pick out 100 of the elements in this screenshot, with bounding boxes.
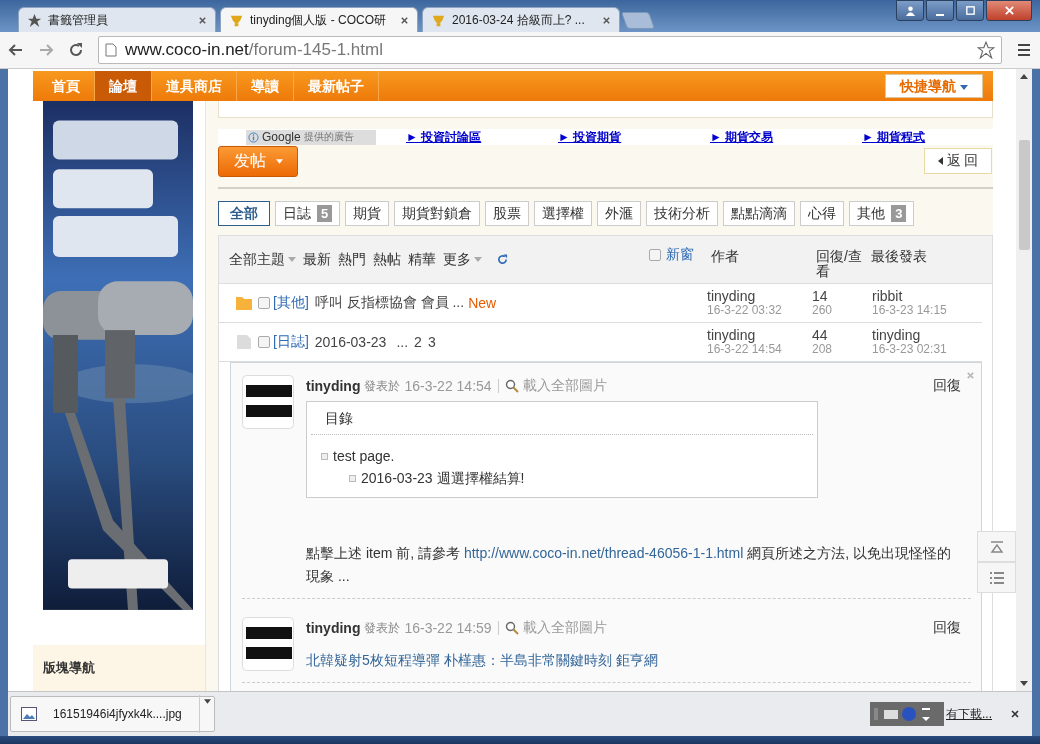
bookmark-star-icon[interactable] [977,41,995,59]
user-button[interactable] [896,0,924,21]
scrollbar-thumb[interactable] [1018,140,1030,250]
browser-tab[interactable]: tinyding個人版 - COCO研 [220,7,418,32]
ad-link[interactable]: ► 投資期貨 [558,128,680,146]
close-button[interactable] [986,0,1032,21]
reload-icon[interactable] [68,42,84,58]
column-header: 回復/查看 [816,249,863,279]
toc-link[interactable]: test page. [333,445,395,467]
view-count: 208 [812,342,834,356]
page-link[interactable]: 2 [414,334,422,350]
ad-link[interactable]: ► 期貨程式 [862,128,984,146]
checkbox[interactable] [258,336,270,348]
author-name[interactable]: tinyding [707,328,812,342]
minimize-button[interactable] [926,0,954,21]
post-date: 16-3-22 03:32 [707,303,783,317]
section-heading: 版塊導航 [43,660,95,675]
scrollbar[interactable] [1016,69,1032,691]
close-icon[interactable] [602,15,611,25]
checkbox[interactable] [258,297,270,309]
sort-link[interactable]: 更多 [443,250,482,269]
close-icon [1003,5,1015,16]
author-name[interactable]: tinyding [306,620,361,636]
arrow-up-icon [988,539,1005,554]
show-all-downloads-link[interactable]: 有下載... [946,705,992,723]
ime-toolbar[interactable] [870,702,944,726]
last-post-date: 16-3-23 02:31 [872,342,948,356]
filter-tab[interactable]: 點點滴滴 [723,201,796,226]
sort-link[interactable]: 熱帖 [373,250,401,269]
posted-label: 發表於 [364,377,401,395]
caret-icon [275,158,283,164]
toc-link[interactable]: 2016-03-23 週選擇權結算! [361,467,525,489]
browser-tab[interactable]: 書籤管理員 [18,7,216,32]
address-bar[interactable]: www.coco-in.net/forum-145-1.html [98,36,1002,64]
avatar [242,375,294,429]
back-icon[interactable] [8,42,24,58]
image-file-icon [21,707,37,721]
filter-tab[interactable]: 股票 [485,201,530,226]
post-text: 點擊上述 item 前, 請參考 http://www.coco-in.net/thread-46056-1-1.html 網頁所述之方法, 以免出現怪怪的現象 ... [306,544,952,586]
new-label: New [468,295,497,311]
post-time: 16-3-22 14:59 [404,620,492,636]
filter-tab[interactable]: 技術分析 [646,201,719,226]
thread-title-link[interactable]: 2016-03-23 [314,334,387,350]
bullet-icon [349,474,356,482]
download-item[interactable]: 16151946i4jfyxk4k....jpg [10,696,215,732]
sort-link[interactable]: 全部主題 [229,250,296,269]
ad-link[interactable]: ► 投資討論區 [406,128,528,146]
close-icon[interactable] [198,15,207,25]
ad-link[interactable]: ► 期貨交易 [710,128,832,146]
filter-tab[interactable]: 選擇權 [534,201,593,226]
category-link[interactable]: [其他] [273,294,309,312]
thread-title-link[interactable]: 呼叫 反指標協會 會員 ... [314,294,465,312]
sort-link[interactable]: 熱門 [338,250,366,269]
ad-badge: Google 提供的廣告 [246,129,376,145]
sort-link[interactable]: 精華 [408,250,436,269]
browser-tab[interactable]: 2016-03-24 拾級而上? ... [422,7,620,32]
filter-tab[interactable]: 期貨 [345,201,390,226]
last-poster[interactable]: ribbit [872,289,982,303]
user-icon [904,5,916,16]
category-link[interactable]: [日誌] [273,333,309,351]
post-link[interactable]: http://www.coco-in.net/thread-46056-1-1.html [463,545,744,561]
scroll-up-icon[interactable] [1020,74,1028,79]
caret-icon[interactable] [203,699,211,704]
search-icon [504,379,519,393]
scroll-down-icon[interactable] [1020,681,1028,686]
back-button[interactable]: 返 回 [924,148,992,174]
last-post-date: 16-3-23 14:15 [872,303,948,317]
maximize-button[interactable] [956,0,984,21]
maximize-icon [964,5,976,16]
toc-title: 目錄 [311,406,813,435]
filter-tab[interactable]: 心得 [800,201,845,226]
post-date: 16-3-22 14:54 [707,342,783,356]
search-icon [504,621,519,635]
reply-link[interactable]: 回復 [933,377,961,395]
page-link[interactable]: 3 [427,334,436,350]
sort-link[interactable]: 最新 [303,250,331,269]
filter-tab[interactable]: 其他 3 [849,201,915,226]
filter-tab[interactable]: 外滙 [597,201,642,226]
filter-tab[interactable]: 日誌 5 [275,201,341,226]
caret-icon [960,84,968,90]
author-name[interactable]: tinyding [306,378,361,394]
post-time: 16-3-22 14:54 [404,378,492,394]
avatar [242,617,294,671]
post-link[interactable]: 北韓疑射5枚短程導彈 朴槿惠：半島非常關鍵時刻 鉅亨網 [306,652,658,668]
close-icon[interactable] [1010,709,1020,719]
view-count: 260 [812,303,834,317]
caret-icon [937,157,943,165]
reply-link[interactable]: 回復 [933,619,961,637]
close-icon[interactable] [400,15,409,25]
list-button[interactable] [977,562,1016,593]
filter-tab[interactable]: 全部 [218,201,270,226]
menu-icon[interactable] [1016,42,1032,58]
new-window-checkbox[interactable]: 新窗 [649,246,711,264]
refresh-icon[interactable] [497,254,508,265]
filter-tab[interactable]: 期貨對鎖倉 [394,201,481,226]
last-poster[interactable]: tinyding [872,328,982,342]
page-icon [105,43,117,57]
nav-item[interactable]: 論壇 [95,71,152,101]
author-name[interactable]: tinyding [707,289,812,303]
page-ellipsis: ... [396,334,409,350]
